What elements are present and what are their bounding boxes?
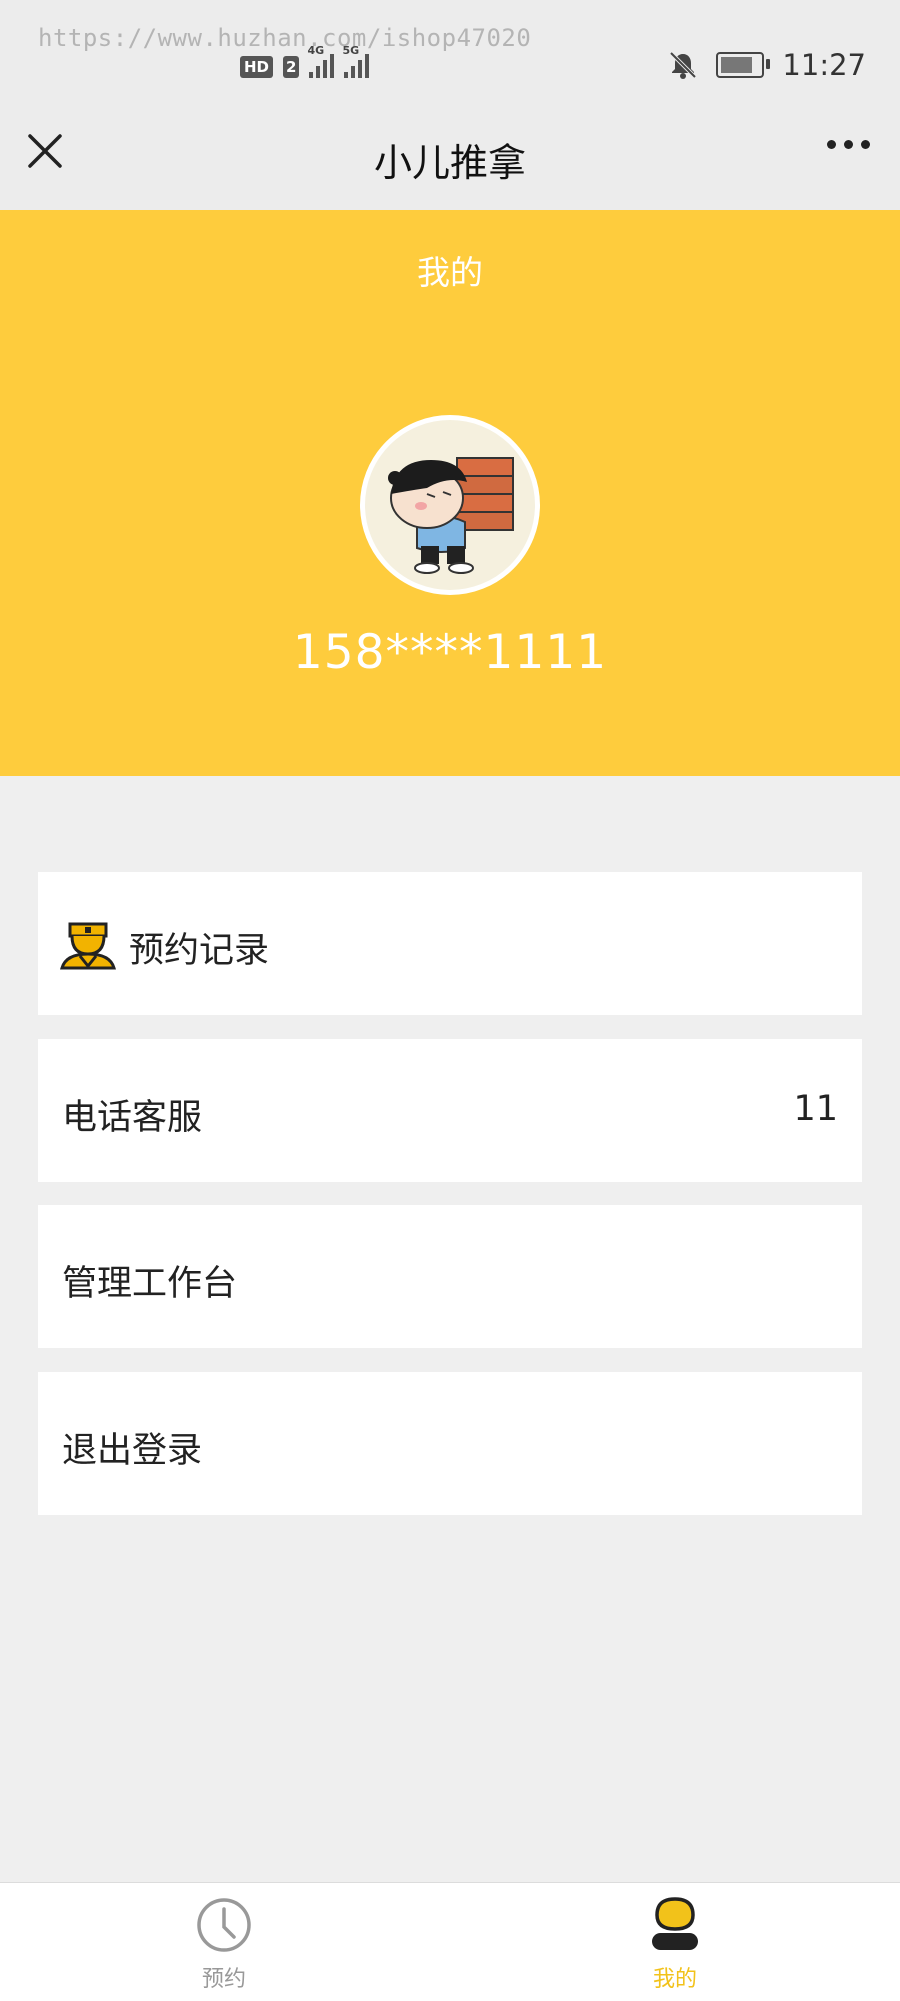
more-icon[interactable] [827,140,870,149]
tab-label: 预约 [201,1967,246,1992]
clock-icon [197,1898,251,1952]
status-bar: https://www.huzhan.com/ishop47020 HD 2 4… [0,0,900,100]
nav-bar: 小儿推拿 [0,100,900,210]
menu-item-label: 预约记录 [129,931,270,971]
watermark-text: https://www.huzhan.com/ishop47020 [38,24,532,52]
signal-icon: 4G [307,44,335,78]
avatar-illustration [388,457,514,574]
page-title: 小儿推拿 [373,141,526,185]
menu-item-value: 11 [793,1089,838,1129]
battery-charging-icon [716,52,771,78]
menu-item-phone-service[interactable]: 电话客服 11 [38,1039,862,1182]
network-type-label: 5G [342,44,360,57]
network-type-label: 4G [307,44,325,57]
menu-item-appointment-records[interactable]: 预约记录 [38,872,862,1015]
tab-label: 我的 [652,1967,697,1992]
avatar[interactable] [360,415,540,595]
tab-bar: 预约 我的 [0,1882,900,2001]
hd-badge: HD [240,56,274,78]
menu-item-label: 管理工作台 [62,1264,238,1304]
doctor-icon [60,922,116,970]
user-phone: 158****1111 [292,625,608,680]
header-title: 我的 [417,253,483,292]
profile-header: 我的 158****1111 [0,210,900,776]
menu-item-label: 电话客服 [62,1098,203,1138]
status-right: 11:27 [668,48,866,82]
user-icon [652,1897,698,1950]
signal-icon: 5G [342,44,370,78]
tab-mine[interactable]: 我的 [575,1883,775,2001]
tab-appointment[interactable]: 预约 [124,1883,324,2001]
signal-group: HD 2 4G 5G [240,44,370,78]
notifications-off-icon [670,51,697,79]
sim-badge: 2 [283,56,300,78]
menu-item-label: 退出登录 [62,1431,203,1471]
menu-item-admin-workbench[interactable]: 管理工作台 [38,1205,862,1348]
menu-item-logout[interactable]: 退出登录 [38,1372,862,1515]
status-time: 11:27 [782,48,866,82]
